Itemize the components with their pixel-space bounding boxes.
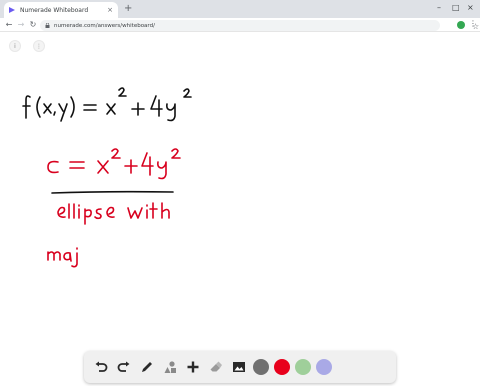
color-swatch-gray[interactable] [253,359,269,375]
color-swatch-red[interactable] [274,359,290,375]
forward-arrow-icon[interactable]: → [15,19,27,31]
color-swatch-lavender[interactable] [316,359,332,375]
image-icon [233,362,245,372]
address-bar[interactable]: numerade.com/answers/whiteboard/ ☆ [40,20,479,31]
board-menu-icon[interactable]: ⋮ [33,40,45,52]
eraser-icon [210,361,222,372]
extension-icon[interactable] [457,21,465,29]
numerade-favicon-icon [9,7,15,13]
board-info-icon[interactable]: i [9,40,21,52]
tab-title: Numerade Whiteboard [20,6,89,14]
undo-icon [95,361,108,372]
pencil-icon [142,362,152,372]
browser-menu-icon[interactable]: ⋮ [469,19,477,29]
whiteboard-canvas[interactable] [0,33,480,386]
lock-icon [45,23,50,28]
eraser-tool-button[interactable] [207,358,225,376]
new-tab-button[interactable]: + [124,3,132,15]
tab-strip: Numerade Whiteboard × + – □ × [0,0,480,18]
browser-toolbar: ← → ↻ numerade.com/answers/whiteboard/ ☆ [0,18,480,32]
drawing-toolbar [84,351,396,383]
plus-icon [187,361,199,373]
back-arrow-icon[interactable]: ← [3,19,15,31]
pencil-tool-button[interactable] [138,358,156,376]
image-tool-button[interactable] [230,358,248,376]
browser-tab[interactable]: Numerade Whiteboard × [4,2,118,18]
minimize-button[interactable]: – [437,2,441,14]
tab-close-icon[interactable]: × [106,6,114,14]
close-window-button[interactable]: × [467,2,474,14]
undo-button[interactable] [92,358,110,376]
redo-icon [117,361,130,372]
shapes-tool-button[interactable] [161,358,179,376]
maximize-button[interactable]: □ [452,2,460,14]
color-swatch-green[interactable] [295,359,311,375]
add-button[interactable] [184,358,202,376]
redo-button[interactable] [115,358,133,376]
reload-icon[interactable]: ↻ [27,19,39,31]
url-text: numerade.com/answers/whiteboard/ [54,22,155,29]
shapes-icon [164,361,176,373]
